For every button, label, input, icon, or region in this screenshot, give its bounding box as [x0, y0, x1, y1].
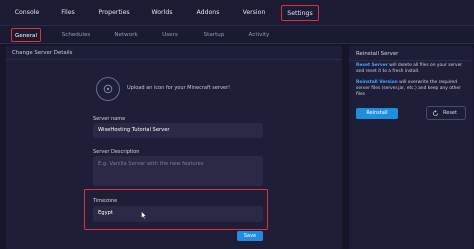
- upload-hint: Upload an icon for your Minecraft server…: [127, 85, 231, 91]
- reinstall-description: Reinstall Version will overwrite the req…: [356, 80, 468, 99]
- subtab-startup[interactable]: Startup: [200, 28, 228, 42]
- divider: [6, 59, 342, 60]
- server-name-input[interactable]: WiseHosting Tutorial Server: [93, 123, 263, 138]
- subtab-users[interactable]: Users: [158, 28, 182, 42]
- tab-worlds[interactable]: Worlds: [146, 5, 178, 21]
- upload-icon: [103, 84, 113, 94]
- subtab-schedules[interactable]: Schedules: [60, 28, 92, 42]
- reset-label: Reset: [443, 110, 457, 116]
- subtab-general[interactable]: General: [11, 28, 41, 42]
- tab-addons[interactable]: Addons: [191, 5, 225, 21]
- tab-files[interactable]: Files: [56, 5, 80, 21]
- reset-description: Reset Server will delete all files on yo…: [356, 63, 468, 75]
- panel-title: Change Server Details: [12, 50, 73, 56]
- reinstall-panel: Reinstall Server Reset Server will delet…: [349, 46, 473, 249]
- top-tab-bar: Console Files Properties Worlds Addons V…: [0, 0, 474, 26]
- tab-version[interactable]: Version: [237, 5, 271, 21]
- tab-console[interactable]: Console: [10, 5, 44, 21]
- divider: [349, 60, 473, 61]
- tab-settings[interactable]: Settings: [281, 5, 319, 21]
- reset-button[interactable]: Reset: [426, 106, 466, 120]
- reinstall-title: Reinstall Server: [356, 51, 399, 57]
- description-input[interactable]: E.g. Vanilla Server with the new feature…: [93, 156, 263, 186]
- tab-properties[interactable]: Properties: [94, 5, 134, 21]
- server-icon-upload[interactable]: [96, 77, 120, 101]
- mouse-cursor-icon: [141, 211, 147, 219]
- subtab-activity[interactable]: Activity: [246, 28, 272, 42]
- reinstall-version-term: Reinstall Version: [356, 80, 398, 85]
- subtab-network[interactable]: Network: [112, 28, 140, 42]
- timezone-highlight: [84, 189, 268, 230]
- description-label: Server Description: [93, 149, 140, 155]
- reset-icon: [432, 110, 439, 117]
- save-button[interactable]: Save: [237, 231, 263, 241]
- sub-tab-bar: General Schedules Network Users Startup …: [0, 26, 474, 44]
- reinstall-button[interactable]: Reinstall: [356, 108, 398, 119]
- server-name-label: Server name: [93, 116, 126, 122]
- reset-server-term: Reset Server: [356, 63, 388, 68]
- server-settings-page: Console Files Properties Worlds Addons V…: [0, 0, 474, 249]
